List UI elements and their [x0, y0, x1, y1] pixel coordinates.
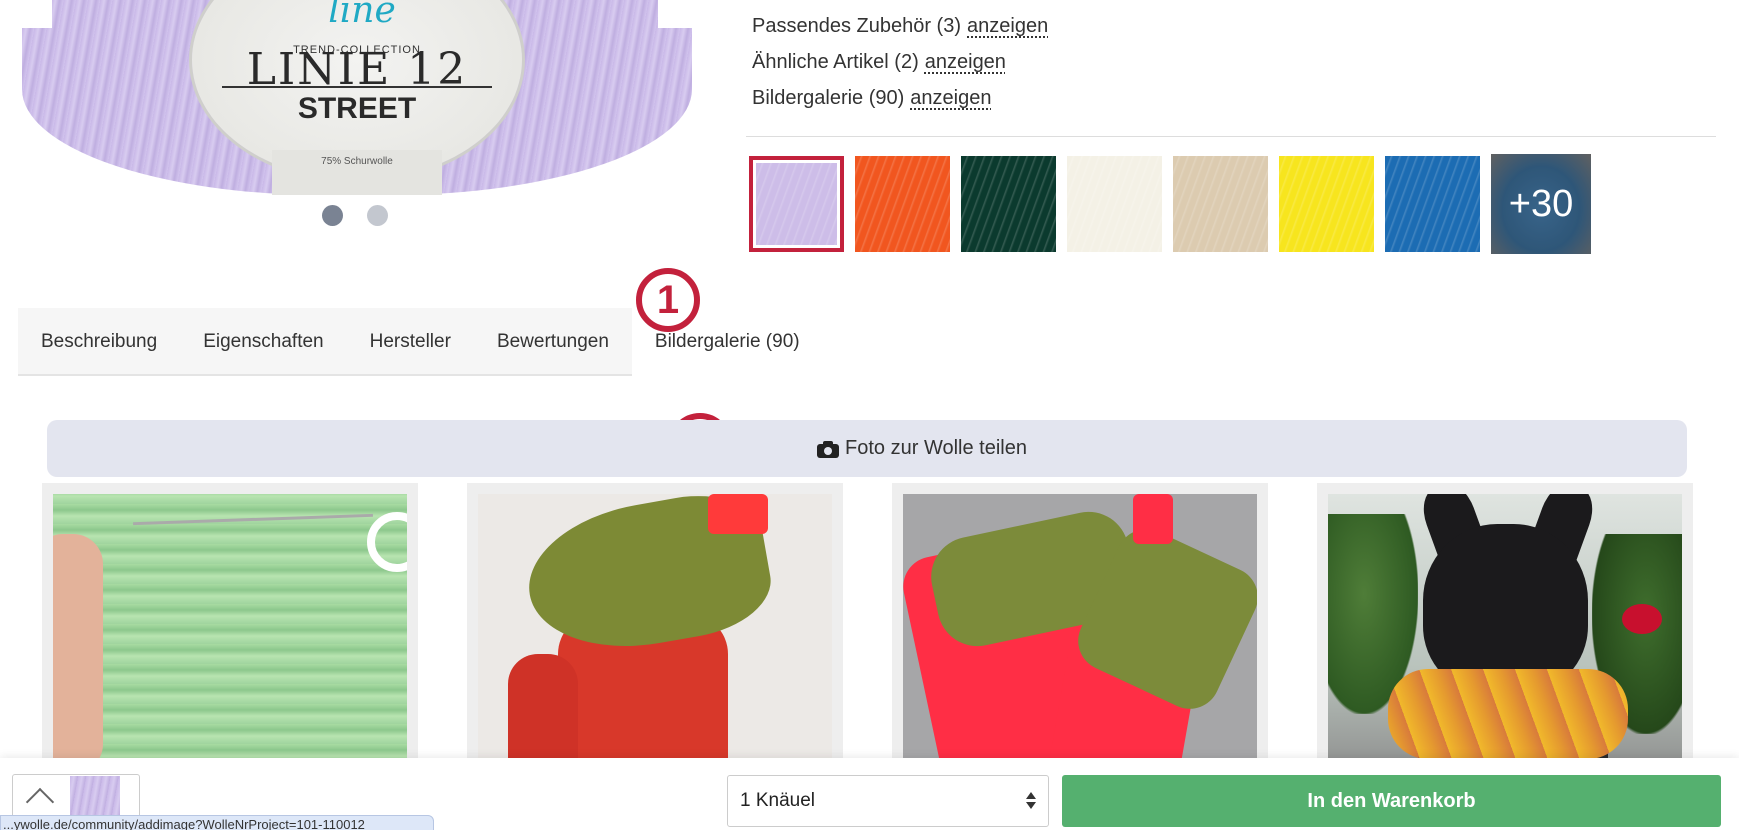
- show-similar-link[interactable]: anzeigen: [925, 51, 1006, 73]
- tab-manufacturer[interactable]: Hersteller: [347, 308, 474, 376]
- label-tag: 75% Schurwolle: [272, 150, 442, 195]
- label-brand: line: [328, 0, 396, 31]
- camera-icon: [817, 440, 840, 458]
- carousel-prev-button[interactable]: [22, 0, 52, 28]
- photo-gallery: [42, 483, 1693, 784]
- gallery-image[interactable]: [903, 494, 1257, 784]
- info-links: Passendes Zubehör (3) anzeigen Ähnliche A…: [752, 10, 1048, 118]
- carousel-dot-2[interactable]: [367, 205, 388, 226]
- swatch-blue[interactable]: [1385, 156, 1480, 252]
- more-colors-count: +30: [1508, 182, 1574, 225]
- swatch-color: [961, 156, 1056, 252]
- swatch-yellow[interactable]: [1279, 156, 1374, 252]
- swatch-color: [1385, 156, 1480, 252]
- gallery-item[interactable]: [42, 483, 418, 784]
- share-photo-button[interactable]: Foto zur Wolle teilen: [47, 420, 1687, 477]
- show-gallery-link[interactable]: anzeigen: [910, 87, 991, 109]
- carousel-next-button[interactable]: [658, 0, 692, 28]
- info-line-accessories: Passendes Zubehör (3) anzeigen: [752, 10, 1048, 46]
- tab-bar: Beschreibung Eigenschaften Hersteller Be…: [18, 308, 823, 376]
- status-url-tooltip: ...ywolle.de/community/addimage?WolleNrP…: [0, 815, 434, 830]
- carousel-dots: [322, 205, 388, 226]
- swatch-color: [1173, 156, 1268, 252]
- more-colors-button[interactable]: +30: [1491, 154, 1591, 254]
- color-swatches: +30: [749, 154, 1591, 254]
- info-text: Bildergalerie (90): [752, 87, 905, 109]
- gallery-item[interactable]: [467, 483, 843, 784]
- divider: [746, 136, 1716, 137]
- swatch-dark-green[interactable]: [961, 156, 1056, 252]
- swatch-color: [1067, 156, 1162, 252]
- quantity-select[interactable]: 1 Knäuel: [727, 775, 1049, 827]
- swatch-orange[interactable]: [855, 156, 950, 252]
- gallery-image[interactable]: [53, 494, 407, 784]
- select-arrows-icon: [1026, 792, 1036, 810]
- info-text: Passendes Zubehör (3): [752, 15, 962, 37]
- tab-properties[interactable]: Eigenschaften: [180, 308, 346, 376]
- info-line-gallery: Bildergalerie (90) anzeigen: [752, 82, 1048, 118]
- swatch-color: [1279, 156, 1374, 252]
- tab-description[interactable]: Beschreibung: [18, 308, 180, 376]
- swatch-color: [756, 163, 837, 245]
- callout-1: 1: [636, 268, 700, 332]
- label-subname: STREET: [297, 92, 417, 125]
- gallery-image[interactable]: [478, 494, 832, 784]
- info-line-similar: Ähnliche Artikel (2) anzeigen: [752, 46, 1048, 82]
- label-divider: [222, 86, 492, 88]
- share-photo-label: Foto zur Wolle teilen: [845, 437, 1027, 459]
- add-to-cart-button[interactable]: In den Warenkorb: [1062, 775, 1721, 827]
- swatch-lilac[interactable]: [749, 156, 844, 252]
- product-image[interactable]: line TREND-COLLECTION LINIE 12 STREET 75…: [22, 0, 692, 195]
- quantity-value: 1 Knäuel: [740, 790, 816, 811]
- swatch-beige[interactable]: [1173, 156, 1268, 252]
- carousel-dot-1[interactable]: [322, 205, 343, 226]
- page: line TREND-COLLECTION LINIE 12 STREET 75…: [0, 0, 1739, 830]
- tab-reviews[interactable]: Bewertungen: [474, 308, 632, 376]
- gallery-item[interactable]: [892, 483, 1268, 784]
- gallery-image[interactable]: [1328, 494, 1682, 784]
- swatch-color: [855, 156, 950, 252]
- gallery-item[interactable]: [1317, 483, 1693, 784]
- info-text: Ähnliche Artikel (2): [752, 51, 919, 73]
- show-accessories-link[interactable]: anzeigen: [967, 15, 1048, 37]
- swatch-cream[interactable]: [1067, 156, 1162, 252]
